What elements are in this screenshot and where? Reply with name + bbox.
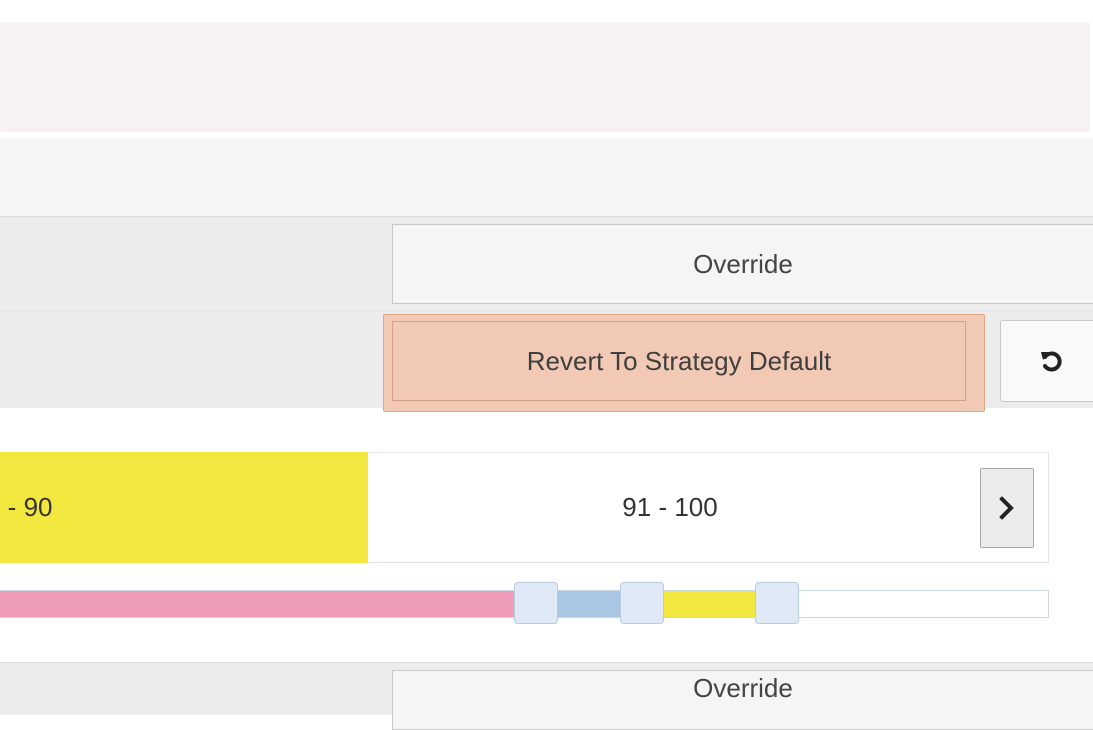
section-band	[0, 138, 1093, 216]
override-button[interactable]: Override	[392, 224, 1093, 304]
revert-to-strategy-default-button[interactable]: Revert To Strategy Default	[383, 314, 985, 412]
range-cell-91-100[interactable]: 91 - 100	[372, 452, 968, 563]
range-cell-partial-label: 6 - 90	[0, 492, 53, 522]
slider-handle-2[interactable]	[620, 582, 664, 624]
undo-button[interactable]	[1000, 320, 1093, 402]
revert-button-inner: Revert To Strategy Default	[392, 321, 966, 401]
override-button-next[interactable]: Override	[392, 670, 1093, 730]
info-banner	[0, 22, 1090, 132]
range-cell-partial[interactable]: 6 - 90	[0, 452, 368, 563]
undo-icon	[1041, 351, 1062, 372]
override-button-label: Override	[693, 248, 793, 279]
slider-handle-3[interactable]	[755, 582, 799, 624]
range-cell-91-100-label: 91 - 100	[622, 492, 718, 522]
slider-segment-yellow	[660, 591, 760, 617]
chevron-right-icon	[999, 496, 1014, 520]
override-button-next-label: Override	[693, 672, 793, 703]
slider-segment-pink	[0, 591, 516, 617]
revert-button-label: Revert To Strategy Default	[526, 345, 832, 376]
slider-handle-1[interactable]	[514, 582, 558, 624]
next-range-button[interactable]	[980, 468, 1034, 548]
